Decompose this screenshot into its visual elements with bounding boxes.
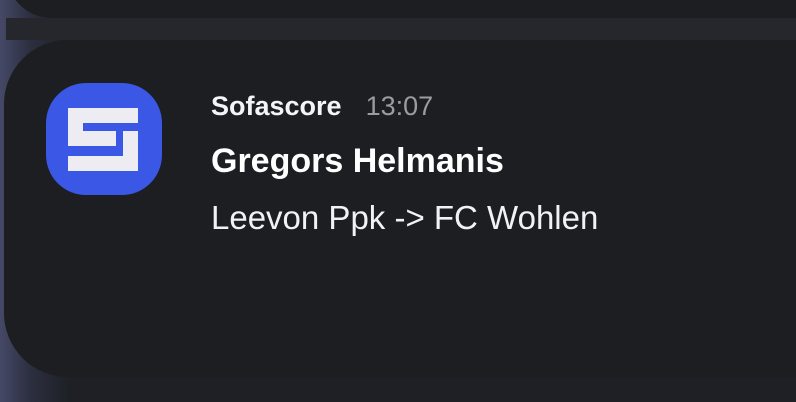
notification-time: 13:07 bbox=[365, 91, 434, 121]
app-name: Sofascore bbox=[211, 91, 342, 121]
notification-body: Leevon Ppk -> FC Wohlen bbox=[211, 199, 599, 236]
notification-title: Gregors Helmanis bbox=[211, 142, 504, 180]
previous-notification-card[interactable] bbox=[6, 0, 796, 18]
notification-header: Sofascore 13:07 bbox=[211, 91, 433, 125]
notification-shade: Sofascore 13:07 Gregors Helmanis Leevon … bbox=[0, 0, 796, 402]
sofascore-logo-icon bbox=[46, 83, 162, 195]
divider bbox=[6, 18, 796, 40]
